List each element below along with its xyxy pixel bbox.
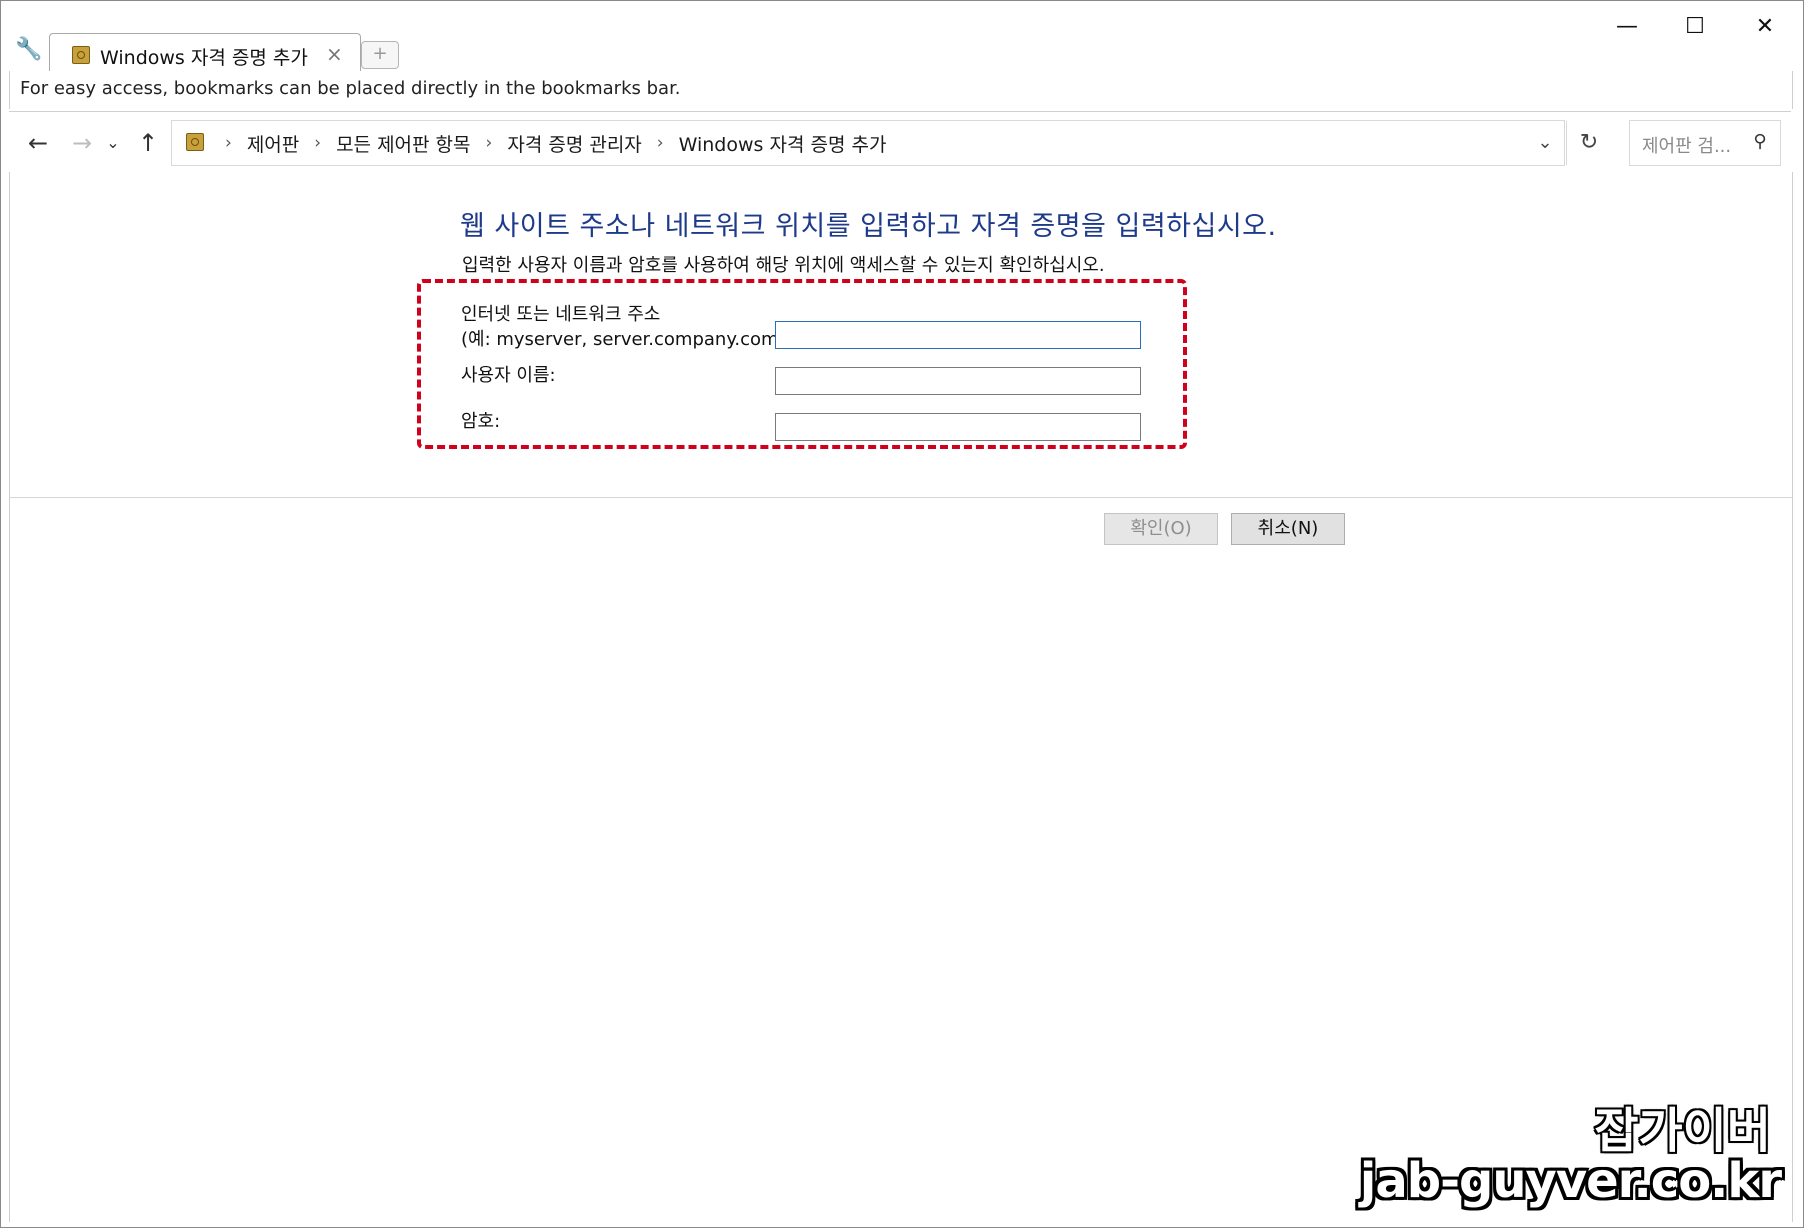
username-label: 사용자 이름:	[461, 365, 556, 386]
minimize-button[interactable]: —	[1595, 9, 1659, 45]
navigation-bar: ← → ⌄ ↑ › 제어판 › 모든 제어판 항목 › 자격 증명 관리자 › …	[9, 112, 1791, 172]
browser-window: 🔧 Windows 자격 증명 추가 × + — ☐ ✕ For easy ac…	[0, 0, 1804, 1228]
tab-title: Windows 자격 증명 추가	[100, 47, 308, 69]
back-arrow-icon[interactable]: ←	[23, 128, 53, 158]
address-field[interactable]	[775, 321, 1141, 349]
page-description: 입력한 사용자 이름과 암호를 사용하여 해당 위치에 액세스할 수 있는지 확…	[462, 255, 1105, 276]
recent-locations-chevron-icon[interactable]: ⌄	[103, 128, 123, 158]
control-panel-icon	[186, 133, 204, 151]
address-label-line2: (예: myserver, server.company.com):	[461, 329, 792, 350]
search-box[interactable]: 제어판 검... ⚲	[1629, 120, 1781, 166]
bookmarks-bar: For easy access, bookmarks can be placed…	[9, 71, 1793, 109]
new-tab-button[interactable]: +	[361, 41, 399, 69]
username-field[interactable]	[775, 367, 1141, 395]
breadcrumb-separator[interactable]: ›	[314, 133, 321, 153]
cancel-button[interactable]: 취소(N)	[1231, 513, 1345, 545]
watermark-name: 잡가이버	[1593, 1102, 1773, 1161]
bookmarks-bar-hint: For easy access, bookmarks can be placed…	[20, 78, 681, 99]
address-bar[interactable]: › 제어판 › 모든 제어판 항목 › 자격 증명 관리자 › Windows …	[171, 120, 1598, 166]
address-label-line1: 인터넷 또는 네트워크 주소	[461, 304, 661, 325]
breadcrumb-separator[interactable]: ›	[225, 133, 232, 153]
breadcrumb-item-control-panel[interactable]: 제어판	[245, 130, 301, 157]
search-icon[interactable]: ⚲	[1750, 131, 1770, 153]
ok-button[interactable]: 확인(O)	[1104, 513, 1218, 545]
section-divider	[10, 497, 1792, 498]
main-content: 웹 사이트 주소나 네트워크 위치를 입력하고 자격 증명을 입력하십시오. 입…	[9, 172, 1793, 1222]
page-title: 웹 사이트 주소나 네트워크 위치를 입력하고 자격 증명을 입력하십시오.	[460, 211, 1277, 242]
breadcrumb-item-all-control-panel-items[interactable]: 모든 제어판 항목	[334, 130, 472, 157]
tab-strip: 🔧 Windows 자격 증명 추가 × + — ☐ ✕	[1, 1, 1803, 74]
breadcrumb-item-add-windows-credential[interactable]: Windows 자격 증명 추가	[677, 130, 889, 157]
breadcrumb: › 제어판 › 모든 제어판 항목 › 자격 증명 관리자 › Windows …	[212, 121, 888, 165]
watermark-url: jab-guyver.co.kr	[1359, 1153, 1782, 1209]
up-arrow-icon[interactable]: ↑	[133, 128, 163, 158]
breadcrumb-item-credential-manager[interactable]: 자격 증명 관리자	[505, 130, 643, 157]
forward-arrow-icon[interactable]: →	[67, 128, 97, 158]
search-input[interactable]: 제어판 검...	[1642, 132, 1731, 158]
wrench-icon[interactable]: 🔧	[15, 37, 42, 63]
close-window-button[interactable]: ✕	[1733, 9, 1797, 45]
tab-close-icon[interactable]: ×	[326, 42, 343, 66]
password-label: 암호:	[461, 411, 501, 432]
address-dropdown-chevron-icon[interactable]: ⌄	[1532, 131, 1558, 155]
control-panel-icon	[72, 46, 90, 64]
breadcrumb-separator[interactable]: ›	[486, 133, 493, 153]
address-label: 인터넷 또는 네트워크 주소 (예: myserver, server.comp…	[461, 302, 792, 352]
refresh-icon[interactable]: ↻	[1566, 121, 1611, 165]
tab-active[interactable]: Windows 자격 증명 추가 ×	[49, 33, 361, 74]
breadcrumb-separator[interactable]: ›	[657, 133, 664, 153]
maximize-button[interactable]: ☐	[1663, 9, 1727, 45]
password-field[interactable]	[775, 413, 1141, 441]
